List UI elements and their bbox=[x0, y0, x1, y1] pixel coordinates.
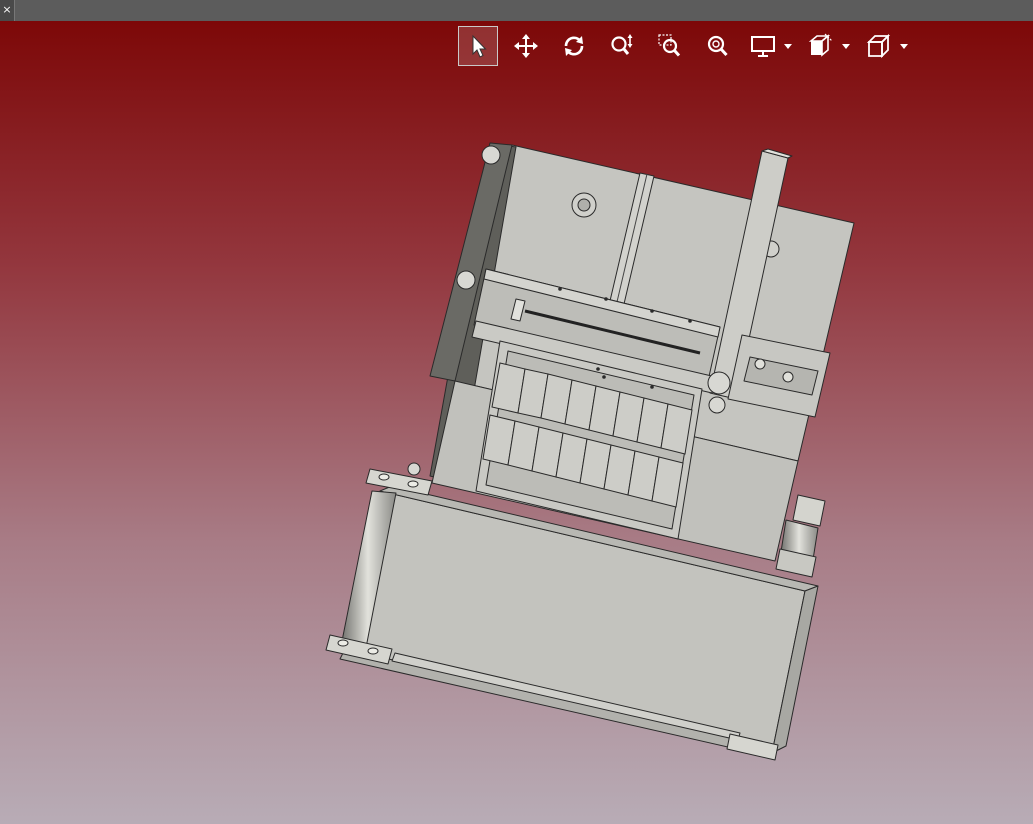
select-icon[interactable] bbox=[458, 26, 498, 66]
display-style-icon[interactable] bbox=[746, 26, 780, 66]
view-orientation-icon[interactable] bbox=[862, 26, 896, 66]
3d-viewport[interactable] bbox=[0, 21, 1033, 824]
section-view-dropdown[interactable] bbox=[804, 26, 850, 66]
close-tab-button[interactable]: × bbox=[0, 0, 15, 21]
display-style-dropdown[interactable] bbox=[746, 26, 792, 66]
rotate-icon[interactable] bbox=[554, 26, 594, 66]
heads-up-view-toolbar bbox=[458, 25, 920, 67]
pan-icon[interactable] bbox=[506, 26, 546, 66]
chevron-down-icon[interactable] bbox=[900, 43, 908, 49]
zoom-fit-icon[interactable] bbox=[698, 26, 738, 66]
zoom-icon[interactable] bbox=[602, 26, 642, 66]
section-view-icon[interactable] bbox=[804, 26, 838, 66]
chevron-down-icon[interactable] bbox=[784, 43, 792, 49]
chevron-down-icon[interactable] bbox=[842, 43, 850, 49]
view-orientation-dropdown[interactable] bbox=[862, 26, 908, 66]
title-bar: × bbox=[0, 0, 1033, 21]
machine-assembly-model[interactable] bbox=[0, 21, 1033, 824]
zoom-window-icon[interactable] bbox=[650, 26, 690, 66]
